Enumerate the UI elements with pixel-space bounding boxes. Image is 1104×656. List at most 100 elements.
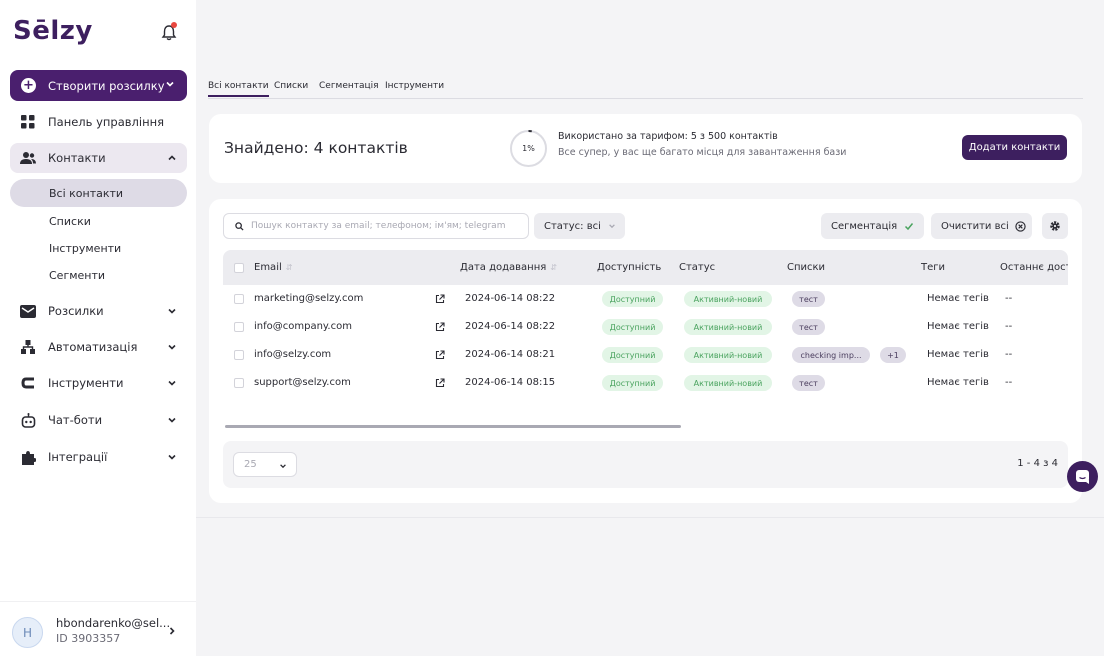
- row-last-delivery: --: [1005, 377, 1013, 388]
- table-footer: 25 1 - 4 з 4: [223, 441, 1068, 488]
- availability-badge: Доступний: [602, 347, 663, 363]
- automation-icon: [20, 339, 36, 355]
- availability-badge: Доступний: [602, 375, 663, 391]
- tools-icon: [20, 375, 36, 391]
- table-header: Email ⇵ Дата додавання ⇵ Доступність Стату…: [223, 250, 1068, 285]
- per-page-select[interactable]: 25: [233, 452, 297, 477]
- check-icon: [905, 223, 914, 231]
- list-badge: тест: [792, 291, 825, 307]
- col-tags: Теги: [921, 262, 946, 273]
- usage-percent: 1%: [522, 144, 535, 153]
- sidebar-sub-segments[interactable]: Сегменти: [10, 261, 187, 289]
- sidebar-item-label: Панель управління: [48, 115, 165, 129]
- row-email[interactable]: marketing@selzy.com: [254, 293, 363, 304]
- col-email[interactable]: Email ⇵: [254, 262, 292, 273]
- chevron-down-icon: [168, 380, 176, 386]
- col-email-label: Email: [254, 262, 282, 273]
- row-last-delivery: --: [1005, 349, 1013, 360]
- col-last-delivery: Останнє дост: [1000, 262, 1068, 273]
- external-link-icon[interactable]: [435, 322, 445, 332]
- row-last-delivery: --: [1005, 321, 1013, 332]
- create-campaign-label: Створити розсилку: [48, 78, 165, 93]
- sidebar-item-contacts[interactable]: Контакти: [10, 143, 187, 173]
- sort-icon: ⇵: [285, 263, 293, 272]
- contacts-icon: [20, 150, 36, 166]
- table-row[interactable]: info@selzy.com 2024-06-14 08:21 Доступни…: [223, 342, 1068, 370]
- contacts-table-card: Пошук контакту за email; телефоном; ім'я…: [209, 199, 1082, 503]
- row-tags: Немає тегів: [927, 349, 989, 360]
- segmentation-button[interactable]: Сегментація: [821, 213, 924, 239]
- contacts-found-count: Знайдено: 4 контактів: [224, 139, 408, 157]
- table-settings-button[interactable]: [1042, 213, 1068, 239]
- sidebar-item-dashboard[interactable]: Панель управління: [10, 107, 187, 137]
- status-badge: Активний-новий: [684, 375, 772, 391]
- chevron-down-icon: [280, 464, 286, 469]
- sidebar-sub-all-contacts[interactable]: Всі контакти: [10, 179, 187, 207]
- col-date[interactable]: Дата додавання ⇵: [460, 262, 557, 273]
- sidebar-item-chatbots[interactable]: Чат-боти: [10, 405, 187, 435]
- status-filter-label: Статус: всі: [544, 220, 601, 232]
- avatar: H: [12, 617, 43, 648]
- tab-lists[interactable]: Списки: [274, 81, 308, 91]
- create-campaign-button[interactable]: + Створити розсилку: [10, 70, 187, 101]
- puzzle-icon: [20, 449, 36, 465]
- external-link-icon[interactable]: [435, 350, 445, 360]
- contacts-tabs: Всі контакти Списки Сегментація Інструме…: [208, 79, 1083, 99]
- row-date: 2024-06-14 08:21: [465, 349, 556, 360]
- row-date: 2024-06-14 08:15: [465, 377, 556, 388]
- chevron-down-icon: [168, 454, 176, 460]
- user-profile[interactable]: H hbondarenko@sel... ID 3903357: [0, 601, 196, 656]
- user-name: hbondarenko@sel...: [56, 616, 171, 630]
- segmentation-label: Сегментація: [831, 220, 898, 232]
- plus-icon: +: [21, 78, 36, 93]
- table-row[interactable]: support@selzy.com 2024-06-14 08:15 Досту…: [223, 370, 1068, 398]
- contacts-summary-card: Знайдено: 4 контактів 1% Використано за …: [209, 114, 1082, 183]
- chevron-down-icon: [168, 308, 176, 314]
- row-checkbox[interactable]: [234, 322, 244, 332]
- selzy-logo[interactable]: Sēlzy: [13, 16, 93, 46]
- status-filter-select[interactable]: Статус: всі: [534, 213, 625, 239]
- row-checkbox[interactable]: [234, 350, 244, 360]
- chevron-right-icon[interactable]: [167, 626, 177, 636]
- sidebar-item-integrations[interactable]: Інтеграції: [10, 442, 187, 472]
- sidebar-sub-lists[interactable]: Списки: [10, 207, 187, 235]
- row-last-delivery: --: [1005, 293, 1013, 304]
- row-email[interactable]: info@selzy.com: [254, 349, 331, 360]
- clear-all-label: Очистити всі: [941, 220, 1009, 232]
- more-lists-badge[interactable]: +1: [880, 347, 906, 363]
- row-email[interactable]: info@company.com: [254, 321, 352, 332]
- gear-icon: [1050, 221, 1060, 231]
- tab-all-contacts[interactable]: Всі контакти: [208, 81, 269, 97]
- external-link-icon[interactable]: [435, 294, 445, 304]
- sidebar-sub-tools[interactable]: Інструменти: [10, 234, 187, 262]
- row-email[interactable]: support@selzy.com: [254, 377, 351, 388]
- per-page-value: 25: [244, 459, 257, 470]
- add-contacts-button[interactable]: Додати контакти: [962, 135, 1067, 160]
- tab-tools[interactable]: Інструменти: [385, 81, 444, 91]
- sidebar-item-tools[interactable]: Інструменти: [10, 368, 187, 398]
- sidebar-item-campaigns[interactable]: Розсилки: [10, 296, 187, 326]
- table-row[interactable]: info@company.com 2024-06-14 08:22 Доступ…: [223, 314, 1068, 342]
- row-tags: Немає тегів: [927, 377, 989, 388]
- clear-all-button[interactable]: Очистити всі: [931, 213, 1032, 239]
- tab-segmentation[interactable]: Сегментація: [319, 81, 379, 91]
- status-badge: Активний-новий: [684, 347, 772, 363]
- search-input[interactable]: Пошук контакту за email; телефоном; ім'я…: [223, 213, 529, 239]
- table-row[interactable]: marketing@selzy.com 2024-06-14 08:22 Дос…: [223, 286, 1068, 314]
- usage-text: Використано за тарифом: 5 з 500 контакті…: [558, 131, 778, 142]
- col-availability: Доступність: [597, 262, 662, 273]
- sidebar-item-label: Інструменти: [48, 376, 124, 390]
- col-lists: Списки: [787, 262, 826, 273]
- select-all-checkbox[interactable]: [234, 263, 244, 273]
- external-link-icon[interactable]: [435, 378, 445, 388]
- divider: [196, 517, 1104, 518]
- sidebar-item-automation[interactable]: Автоматизація: [10, 332, 187, 362]
- row-tags: Немає тегів: [927, 321, 989, 332]
- horizontal-scrollbar[interactable]: [225, 425, 681, 428]
- row-checkbox[interactable]: [234, 378, 244, 388]
- row-checkbox[interactable]: [234, 294, 244, 304]
- support-chat-button[interactable]: [1067, 461, 1098, 492]
- chevron-up-icon: [168, 155, 176, 161]
- sidebar-item-label: Автоматизація: [48, 340, 138, 354]
- chevron-down-icon: [166, 81, 174, 87]
